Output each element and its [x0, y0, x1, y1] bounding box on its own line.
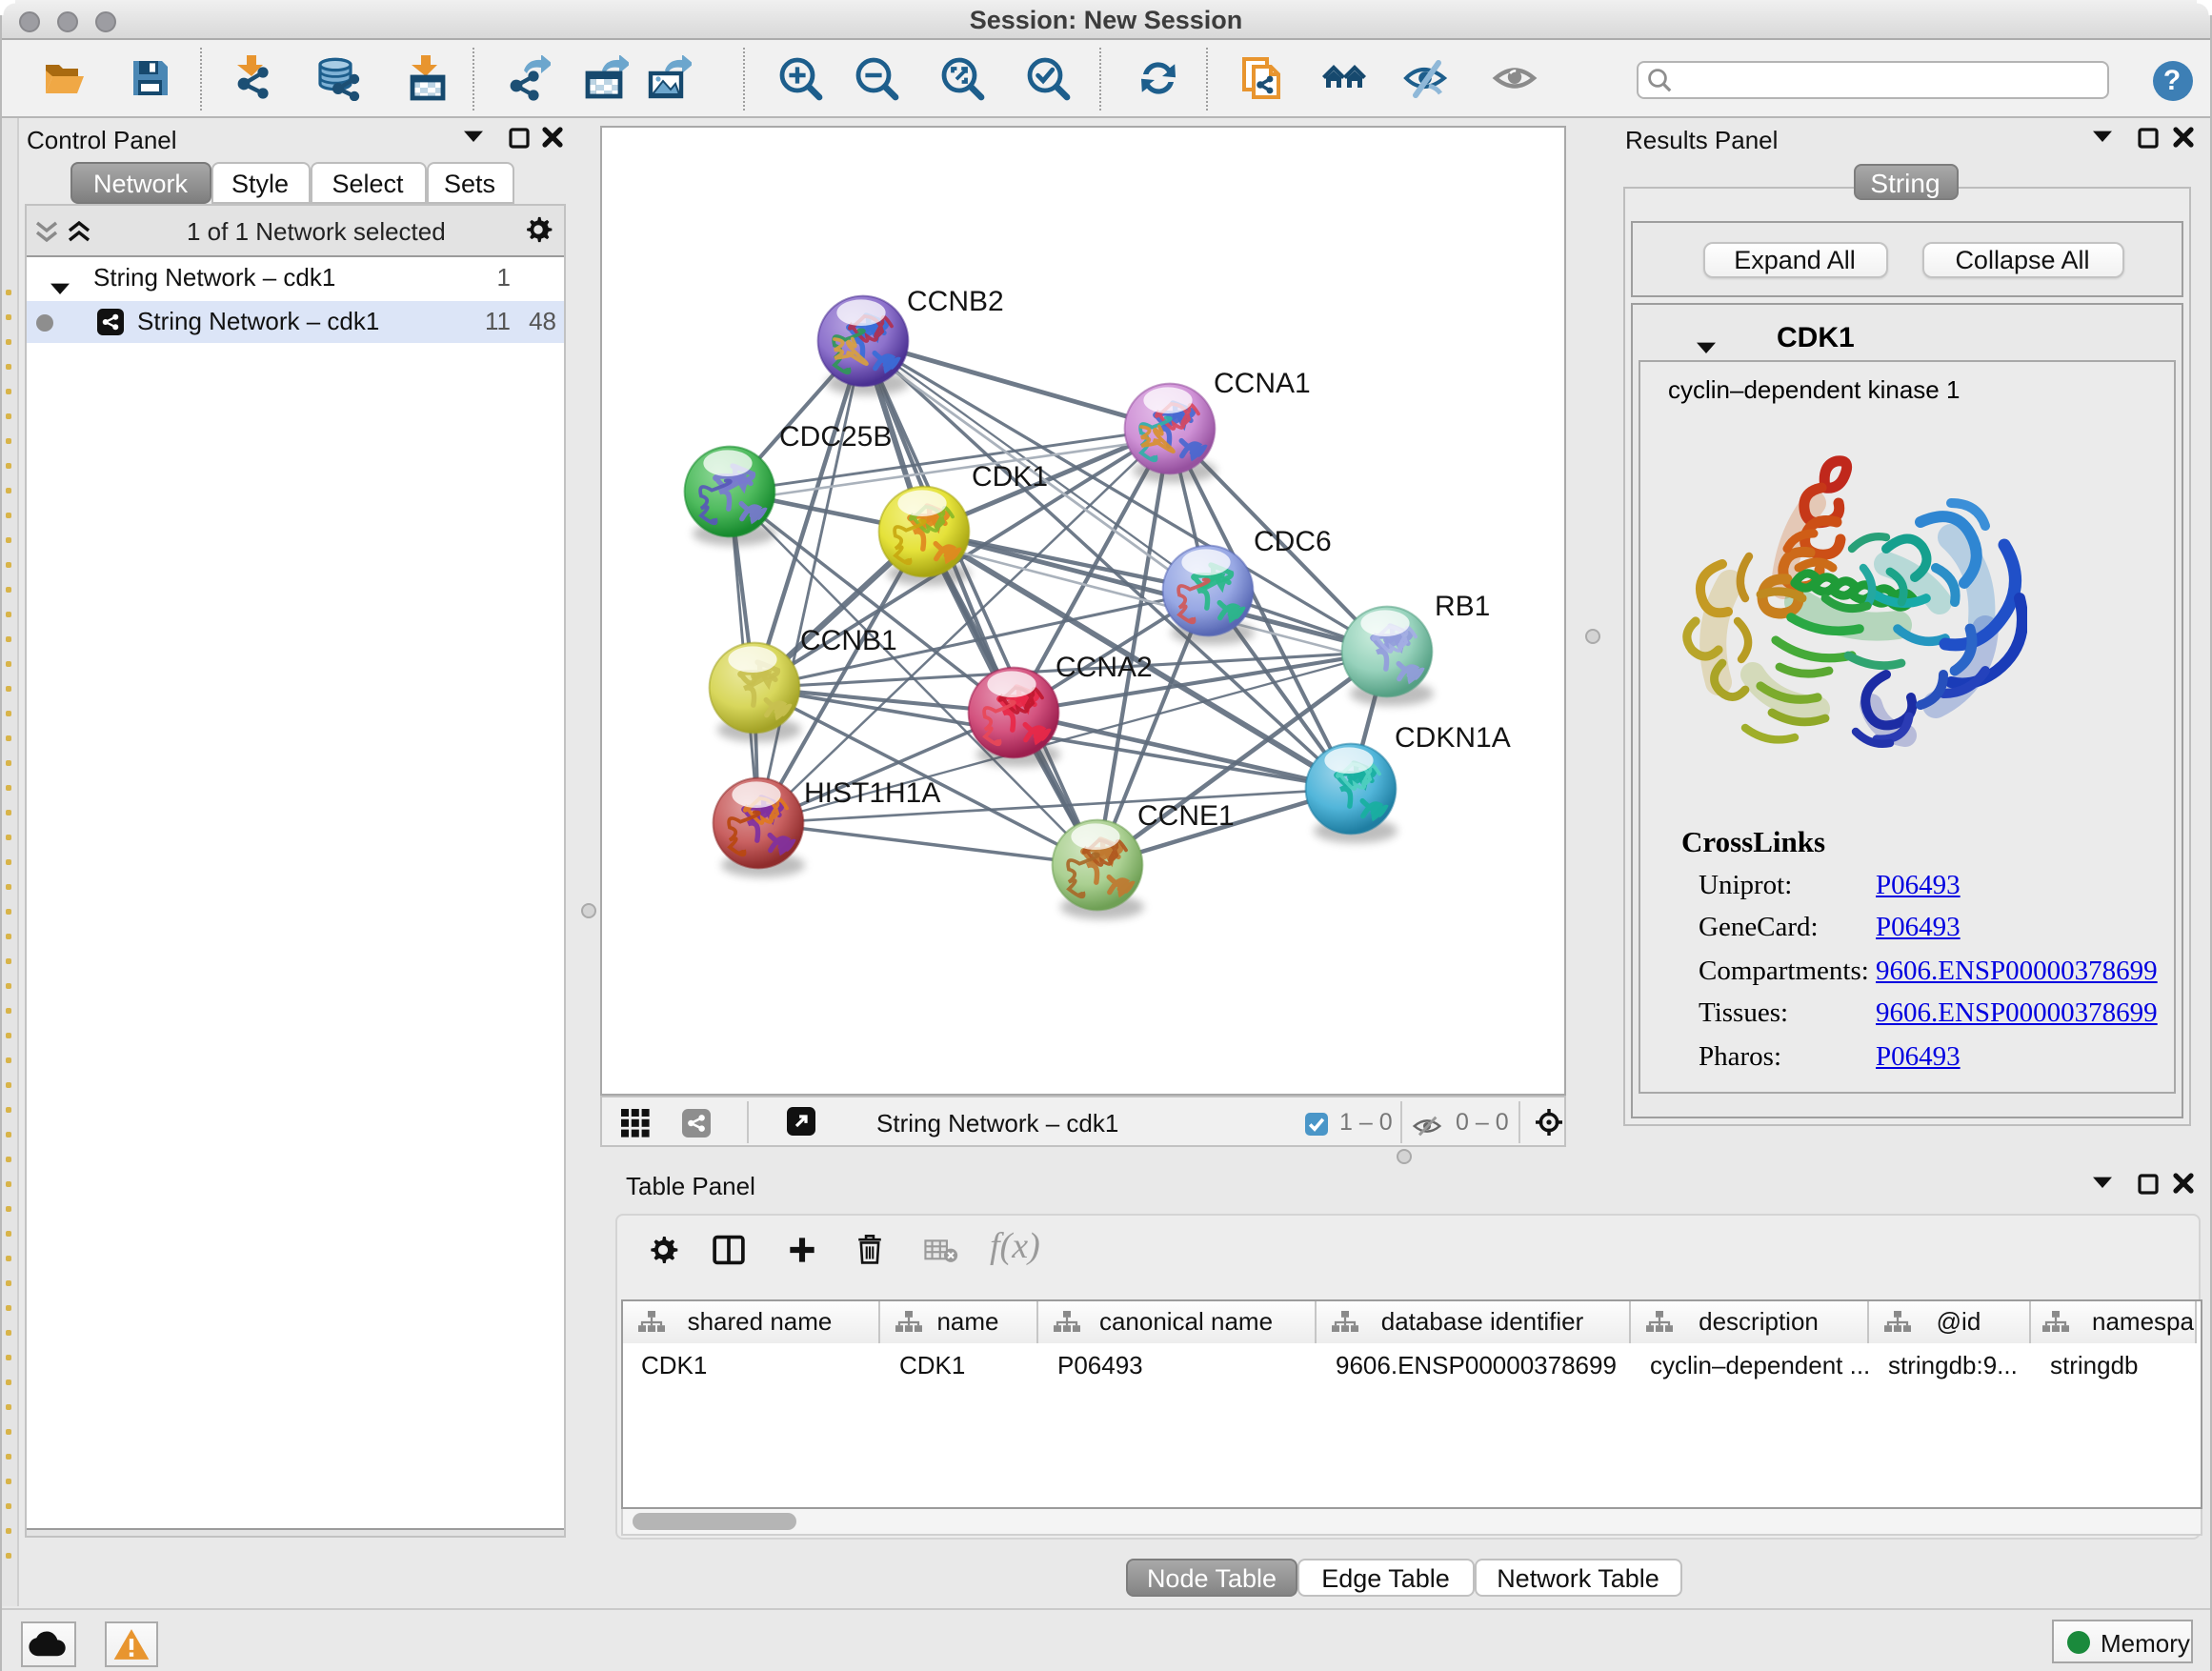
- svg-text:HIST1H1A: HIST1H1A: [804, 777, 940, 809]
- svg-text:CCNE1: CCNE1: [1137, 800, 1235, 832]
- svg-text:CCNA2: CCNA2: [1056, 652, 1153, 683]
- svg-text:CCNA1: CCNA1: [1214, 368, 1311, 399]
- svg-text:CDKN1A: CDKN1A: [1395, 722, 1511, 754]
- svg-text:CCNB2: CCNB2: [907, 286, 1004, 317]
- svg-text:RB1: RB1: [1435, 591, 1490, 622]
- svg-text:CDC6: CDC6: [1254, 526, 1332, 557]
- svg-text:CDK1: CDK1: [972, 461, 1048, 493]
- svg-text:CCNB1: CCNB1: [800, 625, 897, 656]
- svg-text:CDC25B: CDC25B: [779, 421, 892, 453]
